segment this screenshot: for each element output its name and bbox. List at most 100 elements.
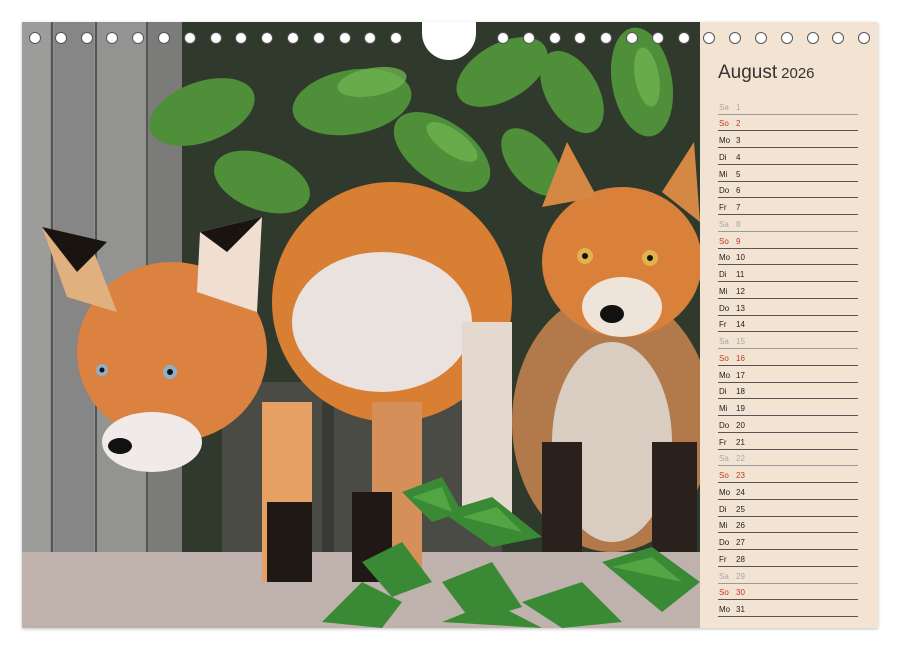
day-number: 15 [736, 337, 745, 347]
weekday-label: Fr [719, 437, 727, 447]
day-number: 31 [736, 605, 745, 615]
weekday-label: So [719, 471, 729, 481]
day-number: 3 [736, 136, 741, 146]
day-number: 8 [736, 219, 741, 229]
day-row: Sa 22 [718, 449, 858, 467]
year-label: 2026 [781, 65, 815, 82]
fox-cubs-illustration [22, 22, 700, 628]
weekday-label: Mo [719, 605, 731, 615]
binding-hole [364, 32, 377, 44]
weekday-label: Sa [719, 337, 729, 347]
weekday-label: Do [719, 538, 730, 548]
weekday-label: Fr [719, 203, 727, 213]
day-row: So 23 [718, 466, 858, 484]
day-number: 4 [736, 152, 741, 162]
binding-hole [574, 32, 587, 44]
day-row: Mo 17 [718, 365, 858, 383]
weekday-label: So [719, 119, 729, 129]
day-row: So 9 [718, 231, 858, 249]
day-number: 16 [736, 353, 745, 363]
weekday-label: Do [719, 303, 730, 313]
day-number: 27 [736, 538, 745, 548]
spiral-binding [22, 22, 878, 60]
day-row: Di 18 [718, 382, 858, 400]
weekday-label: Mo [719, 370, 731, 380]
weekday-label: Mi [719, 404, 728, 414]
weekday-label: Di [719, 152, 727, 162]
calendar-sidebar: August 2026 Sa 1 So 2 Mo 3 Di 4 Mi 5 Do 6 Fr 7 Sa 8 So 9 Mo… [700, 22, 878, 628]
day-number: 28 [736, 554, 745, 564]
day-number: 2 [736, 119, 741, 129]
weekday-label: Sa [719, 454, 729, 464]
day-row: Do 6 [718, 181, 858, 199]
day-row: Sa 15 [718, 332, 858, 350]
fox-cubs-photo [22, 22, 700, 628]
day-number: 1 [736, 102, 741, 112]
day-number: 5 [736, 169, 741, 179]
binding-hole [209, 32, 222, 44]
binding-hole [338, 32, 351, 44]
day-row: So 16 [718, 348, 858, 366]
binding-hole [261, 32, 274, 44]
day-row: Mi 12 [718, 281, 858, 299]
day-number: 11 [736, 270, 745, 280]
binding-hole [832, 32, 845, 44]
day-number: 10 [736, 253, 745, 263]
binding-hole [54, 32, 67, 44]
month-name: August [718, 62, 778, 83]
day-row: Sa 8 [718, 214, 858, 232]
weekday-label: So [719, 236, 729, 246]
day-number: 25 [736, 504, 745, 514]
day-row: Mo 31 [718, 600, 858, 618]
weekday-label: Fr [719, 554, 727, 564]
day-number: 7 [736, 203, 741, 213]
binding-hole [600, 32, 613, 44]
day-row: Mi 26 [718, 516, 858, 534]
day-number: 22 [736, 454, 745, 464]
weekday-label: Sa [719, 219, 729, 229]
weekday-label: Do [719, 186, 730, 196]
weekday-label: Sa [719, 102, 729, 112]
day-row: Mo 10 [718, 248, 858, 266]
weekday-label: Mo [719, 253, 731, 263]
weekday-label: Mi [719, 521, 728, 531]
binding-hole [755, 32, 767, 44]
binding-hole [287, 32, 299, 44]
day-row: Mi 5 [718, 164, 858, 182]
weekday-label: Fr [719, 320, 727, 330]
binding-hole [677, 32, 690, 44]
binding-hole [183, 32, 196, 44]
day-number: 18 [736, 387, 745, 397]
day-number: 9 [736, 236, 741, 246]
binding-hole [497, 32, 509, 44]
day-row: Fr 7 [718, 198, 858, 216]
day-number: 23 [736, 471, 745, 481]
binding-hole [548, 32, 561, 44]
month-title: August 2026 [718, 62, 815, 84]
calendar-page: August 2026 Sa 1 So 2 Mo 3 Di 4 Mi 5 Do 6 Fr 7 Sa 8 So 9 Mo… [22, 22, 878, 628]
day-row: Mo 3 [718, 131, 858, 149]
binding-hole [522, 32, 535, 44]
binding-hole [780, 32, 793, 44]
day-row: Sa 1 [718, 97, 858, 115]
day-row: Mo 24 [718, 482, 858, 500]
day-number: 14 [736, 320, 745, 330]
weekday-label: Mi [719, 169, 728, 179]
weekday-label: Di [719, 387, 727, 397]
binding-hole [158, 32, 170, 44]
weekday-label: Di [719, 270, 727, 280]
day-row: Di 11 [718, 265, 858, 283]
binding-hole [80, 32, 93, 44]
day-number: 17 [736, 370, 745, 380]
weekday-label: Mi [719, 286, 728, 296]
day-row: Di 25 [718, 499, 858, 517]
weekday-label: Mo [719, 136, 731, 146]
day-row: Fr 21 [718, 432, 858, 450]
day-number: 29 [736, 571, 745, 581]
binding-hole [858, 32, 871, 44]
day-number: 20 [736, 420, 745, 430]
day-row: Mi 19 [718, 399, 858, 417]
binding-hole [390, 32, 403, 44]
day-number: 13 [736, 303, 745, 313]
day-row: Sa 29 [718, 566, 858, 584]
